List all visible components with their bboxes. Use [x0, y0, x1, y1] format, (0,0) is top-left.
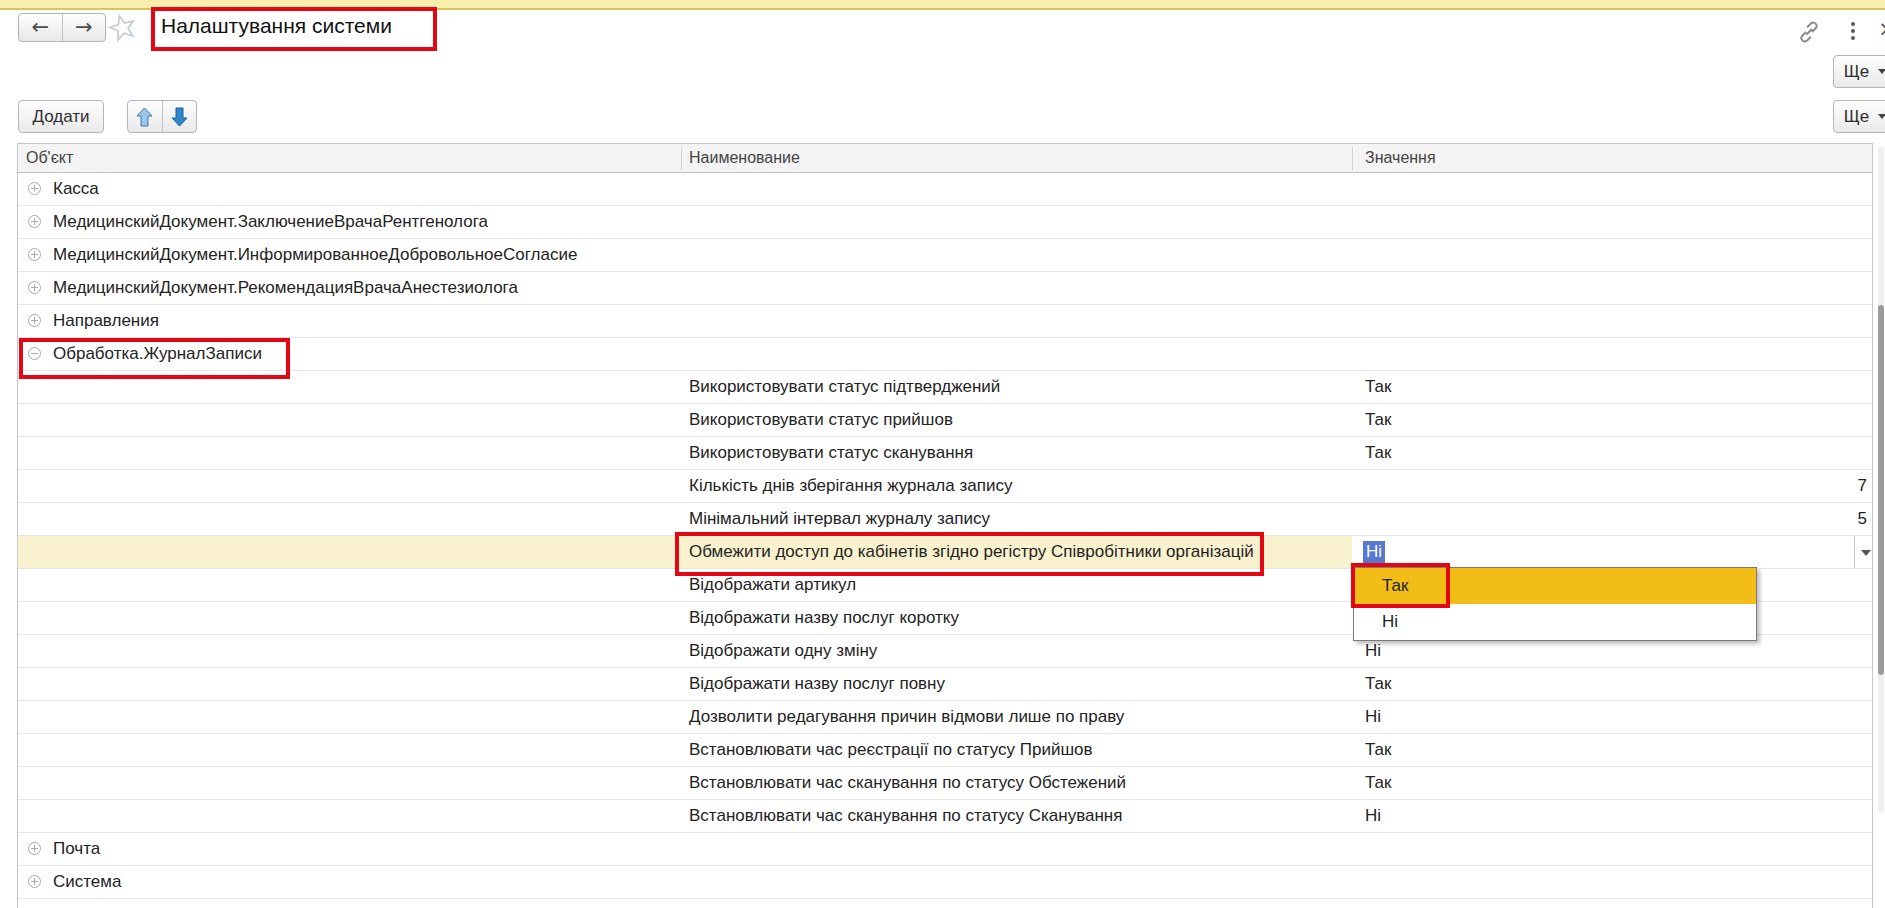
annotation-box-dropdown-yes — [1351, 563, 1450, 608]
settings-tree-table: Об'єкт Наименование Значення Касса Медиц… — [17, 143, 1873, 908]
setting-name-cell: Мінімальний інтервал журналу запису — [689, 503, 990, 534]
app-window: ← → Налаштування системи × Ще Ще Додати … — [0, 0, 1885, 908]
table-row[interactable]: Почта — [18, 833, 1872, 866]
vertical-scrollbar[interactable] — [1878, 147, 1884, 812]
object-cell: Направления — [53, 305, 159, 336]
object-cell: МедицинскийДокумент.ИнформированноеДобро… — [53, 239, 577, 270]
scrollbar-thumb[interactable] — [1878, 305, 1884, 675]
setting-name-cell: Відображати назву послуг повну — [689, 668, 945, 699]
table-row[interactable]: Використовувати статус прийшов Так — [18, 404, 1872, 437]
setting-value-cell: Ні — [1365, 701, 1381, 732]
table-row[interactable]: Встановлювати час реєстрації по статусу … — [18, 734, 1872, 767]
dropdown-item-no[interactable]: Ні — [1354, 604, 1756, 640]
close-icon[interactable]: × — [1878, 16, 1885, 41]
table-row[interactable]: Система — [18, 866, 1872, 899]
combo-dropdown-icon[interactable] — [1861, 550, 1871, 556]
expand-icon[interactable] — [28, 182, 41, 195]
value-editor[interactable]: Ні — [1363, 541, 1385, 563]
column-header-name: Наименование — [689, 144, 800, 172]
table-row[interactable]: МедицинскийДокумент.ЗаключениеВрачаРентг… — [18, 206, 1872, 239]
table-row[interactable]: МедицинскийДокумент.РекомендацияВрачаАне… — [18, 272, 1872, 305]
get-link-icon[interactable] — [1797, 20, 1821, 48]
forward-button[interactable]: → — [63, 14, 106, 41]
setting-name-cell: Встановлювати час сканування по статусу … — [689, 800, 1122, 831]
form-more-button[interactable]: Ще — [1833, 55, 1885, 88]
setting-value-cell: 5 — [1858, 503, 1867, 534]
table-row[interactable]: Направления — [18, 305, 1872, 338]
annotation-box-group-row — [19, 338, 290, 379]
object-cell: МедицинскийДокумент.ЗаключениеВрачаРентг… — [53, 206, 488, 237]
table-row[interactable]: Використовувати статус підтверджений Так — [18, 371, 1872, 404]
setting-name-cell: Відображати одну зміну — [689, 635, 877, 666]
add-button-label: Додати — [32, 107, 89, 127]
add-button[interactable]: Додати — [18, 100, 104, 133]
setting-name-cell: Встановлювати час реєстрації по статусу … — [689, 734, 1093, 765]
column-header-value: Значення — [1365, 144, 1436, 172]
setting-value-cell: Так — [1365, 767, 1392, 798]
menu-kebab-icon[interactable] — [1851, 22, 1855, 42]
setting-name-cell: Встановлювати час сканування по статусу … — [689, 767, 1126, 798]
column-separator — [1352, 146, 1353, 170]
table-row[interactable]: Використовувати статус сканування Так — [18, 437, 1872, 470]
table-row[interactable]: Встановлювати час сканування по статусу … — [18, 767, 1872, 800]
expand-icon[interactable] — [28, 248, 41, 261]
expand-icon[interactable] — [28, 215, 41, 228]
expand-icon[interactable] — [28, 842, 41, 855]
back-button[interactable]: ← — [19, 14, 63, 41]
setting-name-cell: Використовувати статус прийшов — [689, 404, 953, 435]
column-header-object: Об'єкт — [26, 144, 73, 172]
column-separator — [681, 146, 682, 170]
move-buttons — [127, 100, 197, 133]
setting-value-cell: Так — [1365, 404, 1392, 435]
setting-value-cell: Так — [1365, 734, 1392, 765]
setting-value-cell: Так — [1365, 437, 1392, 468]
setting-value-cell: Ні — [1365, 800, 1381, 831]
annotation-box-setting-name — [675, 532, 1264, 576]
chevron-down-icon — [1878, 69, 1885, 74]
table-row[interactable]: Відображати назву послуг повну Так — [18, 668, 1872, 701]
object-cell: Касса — [53, 173, 99, 204]
list-more-button[interactable]: Ще — [1833, 100, 1885, 133]
table-row[interactable]: МедицинскийДокумент.ИнформированноеДобро… — [18, 239, 1872, 272]
move-down-button[interactable] — [163, 101, 197, 132]
table-row[interactable]: Встановлювати час сканування по статусу … — [18, 800, 1872, 833]
expand-icon[interactable] — [28, 875, 41, 888]
setting-name-cell: Кількість днів зберігання журнала запису — [689, 470, 1012, 501]
nav-buttons: ← → — [18, 13, 106, 42]
table-header: Об'єкт Наименование Значення — [18, 144, 1872, 173]
table-row[interactable]: Касса — [18, 173, 1872, 206]
combo-separator — [1854, 536, 1855, 568]
setting-name-cell: Дозволити редагування причин відмови лиш… — [689, 701, 1124, 732]
setting-value-cell: Так — [1365, 668, 1392, 699]
expand-icon[interactable] — [28, 314, 41, 327]
move-up-button[interactable] — [128, 101, 163, 132]
object-cell: МедицинскийДокумент.РекомендацияВрачаАне… — [53, 272, 518, 303]
annotation-box-title — [151, 7, 437, 51]
table-row[interactable]: Дозволити редагування причин відмови лиш… — [18, 701, 1872, 734]
favorite-star-icon[interactable] — [106, 11, 139, 48]
chevron-down-icon — [1878, 114, 1885, 119]
expand-icon[interactable] — [28, 281, 41, 294]
object-cell: Почта — [53, 833, 100, 864]
setting-value-cell: Так — [1365, 371, 1392, 402]
list-more-label: Ще — [1844, 107, 1869, 127]
table-row[interactable]: Обработка.ЖурналЗаписи — [18, 338, 1872, 371]
setting-name-cell: Використовувати статус підтверджений — [689, 371, 1000, 402]
setting-name-cell: Використовувати статус сканування — [689, 437, 973, 468]
setting-value-cell: 7 — [1858, 470, 1867, 501]
form-more-label: Ще — [1844, 62, 1869, 82]
setting-name-cell: Відображати назву послуг коротку — [689, 602, 959, 633]
object-cell: Система — [53, 866, 121, 897]
table-row[interactable]: Кількість днів зберігання журнала запису… — [18, 470, 1872, 503]
